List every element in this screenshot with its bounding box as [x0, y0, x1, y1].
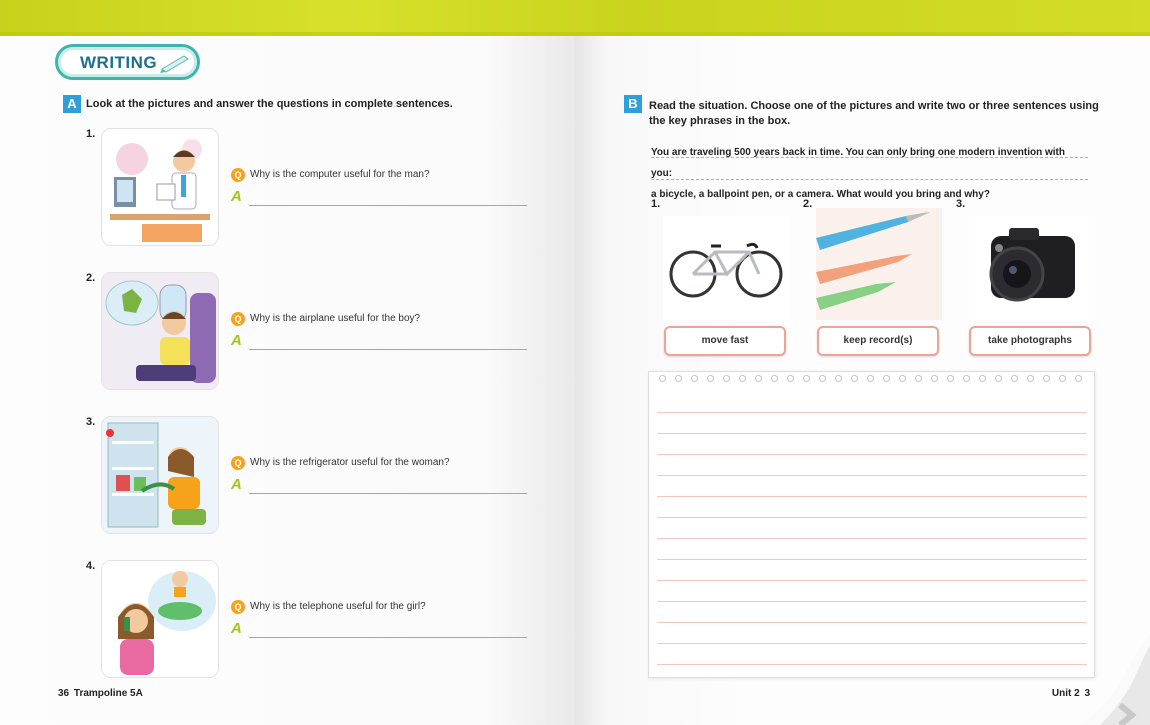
question-text: Why is the refrigerator useful for the w…: [250, 457, 450, 468]
notebook-ring: [675, 375, 682, 382]
notebook-ring: [931, 375, 938, 382]
bicycle-photo: [663, 216, 789, 320]
unit-label: Unit 2: [1051, 688, 1080, 699]
notebook-ring: [1043, 375, 1050, 382]
notebook-rule-line: [657, 580, 1087, 581]
option-number: 1.: [651, 198, 661, 210]
question-icon: Q: [231, 312, 245, 326]
question-number: 4.: [86, 560, 96, 572]
question-number: 3.: [86, 416, 96, 428]
notebook-rule-line: [657, 475, 1087, 476]
situation-box: You are traveling 500 years back in time…: [651, 142, 1088, 205]
answer-icon: A: [231, 188, 242, 205]
key-phrase-move-fast: move fast: [664, 326, 786, 356]
notebook-ring: [979, 375, 986, 382]
notebook-rule-line: [657, 664, 1087, 665]
part-b-instruction: Read the situation. Choose one of the pi…: [649, 99, 1109, 129]
notebook-ring: [883, 375, 890, 382]
writing-section-badge: WRITING: [55, 44, 200, 80]
question-icon: Q: [231, 600, 245, 614]
notebook-ring: [899, 375, 906, 382]
notebook-ring: [867, 375, 874, 382]
notebook-ring: [995, 375, 1002, 382]
notebook-ring: [659, 375, 666, 382]
part-a-instruction: Look at the pictures and answer the ques…: [86, 98, 453, 110]
question-number: 2.: [86, 272, 96, 284]
option-number: 2.: [803, 198, 813, 210]
question-icon: Q: [231, 168, 245, 182]
notebook-ring: [771, 375, 778, 382]
woman-at-refrigerator-illustration: [101, 416, 219, 534]
part-b-badge: B: [624, 95, 642, 113]
key-phrase-keep-records: keep record(s): [817, 326, 939, 356]
boy-on-airplane-illustration: [101, 272, 219, 390]
notebook-ring: [739, 375, 746, 382]
camera-photo: [969, 216, 1095, 320]
pen-icon: [160, 55, 189, 73]
question-text: Why is the telephone useful for the girl…: [250, 601, 426, 612]
page-curl-next-icon[interactable]: [1080, 635, 1150, 725]
answer-line[interactable]: [249, 637, 527, 638]
notebook-ring: [963, 375, 970, 382]
notebook-ring: [835, 375, 842, 382]
girl-on-telephone-illustration: [101, 560, 219, 678]
answer-line[interactable]: [249, 205, 527, 206]
question-number: 1.: [86, 128, 96, 140]
answer-line[interactable]: [249, 349, 527, 350]
notebook-rule-line: [657, 412, 1087, 413]
notebook-ring: [1059, 375, 1066, 382]
option-number: 3.: [956, 198, 966, 210]
question-icon: Q: [231, 456, 245, 470]
top-color-band: [0, 0, 1150, 36]
notebook-rule-line: [657, 433, 1087, 434]
question-text: Why is the computer useful for the man?: [250, 169, 430, 180]
notebook-rule-line: [657, 538, 1087, 539]
answer-icon: A: [231, 332, 242, 349]
situation-line: You are traveling 500 years back in time…: [651, 147, 1065, 179]
left-page-footer: 36 Trampoline 5A: [58, 688, 143, 699]
dashed-divider: [651, 179, 1088, 180]
answer-icon: A: [231, 620, 242, 637]
instruction-line: the key phrases in the box.: [649, 115, 791, 127]
book-title: Trampoline 5A: [73, 688, 143, 699]
notebook-rule-line: [657, 454, 1087, 455]
instruction-line: Read the situation. Choose one of the pi…: [649, 100, 1099, 112]
notebook-ring: [707, 375, 714, 382]
question-text: Why is the airplane useful for the boy?: [250, 313, 421, 324]
notebook-ring: [723, 375, 730, 382]
notebook-ring: [851, 375, 858, 382]
answer-icon: A: [231, 476, 242, 493]
part-a-badge: A: [63, 95, 81, 113]
notebook-rule-line: [657, 622, 1087, 623]
writing-notebook[interactable]: [648, 371, 1095, 678]
key-phrase-take-photographs: take photographs: [969, 326, 1091, 356]
notebook-ring: [819, 375, 826, 382]
notebook-ring: [1075, 375, 1082, 382]
section-title: WRITING: [80, 53, 158, 72]
dashed-divider: [651, 157, 1088, 158]
left-page-number: 36: [58, 688, 70, 699]
notebook-ring: [787, 375, 794, 382]
notebook-rule-line: [657, 559, 1087, 560]
notebook-rule-line: [657, 643, 1087, 644]
right-page: B Read the situation. Choose one of the …: [575, 36, 1150, 725]
notebook-rule-line: [657, 496, 1087, 497]
notebook-ring: [1011, 375, 1018, 382]
man-at-computer-illustration: [101, 128, 219, 246]
ballpoint-pens-photo: [816, 208, 942, 320]
notebook-ring: [915, 375, 922, 382]
notebook-ring: [755, 375, 762, 382]
notebook-ring: [691, 375, 698, 382]
notebook-ring: [1027, 375, 1034, 382]
left-page: WRITING A Look at the pictures and answe…: [0, 36, 575, 725]
notebook-rule-line: [657, 601, 1087, 602]
notebook-ring: [803, 375, 810, 382]
notebook-rule-line: [657, 517, 1087, 518]
notebook-ring: [947, 375, 954, 382]
situation-line: a bicycle, a ballpoint pen, or a camera.…: [651, 189, 990, 200]
answer-line[interactable]: [249, 493, 527, 494]
